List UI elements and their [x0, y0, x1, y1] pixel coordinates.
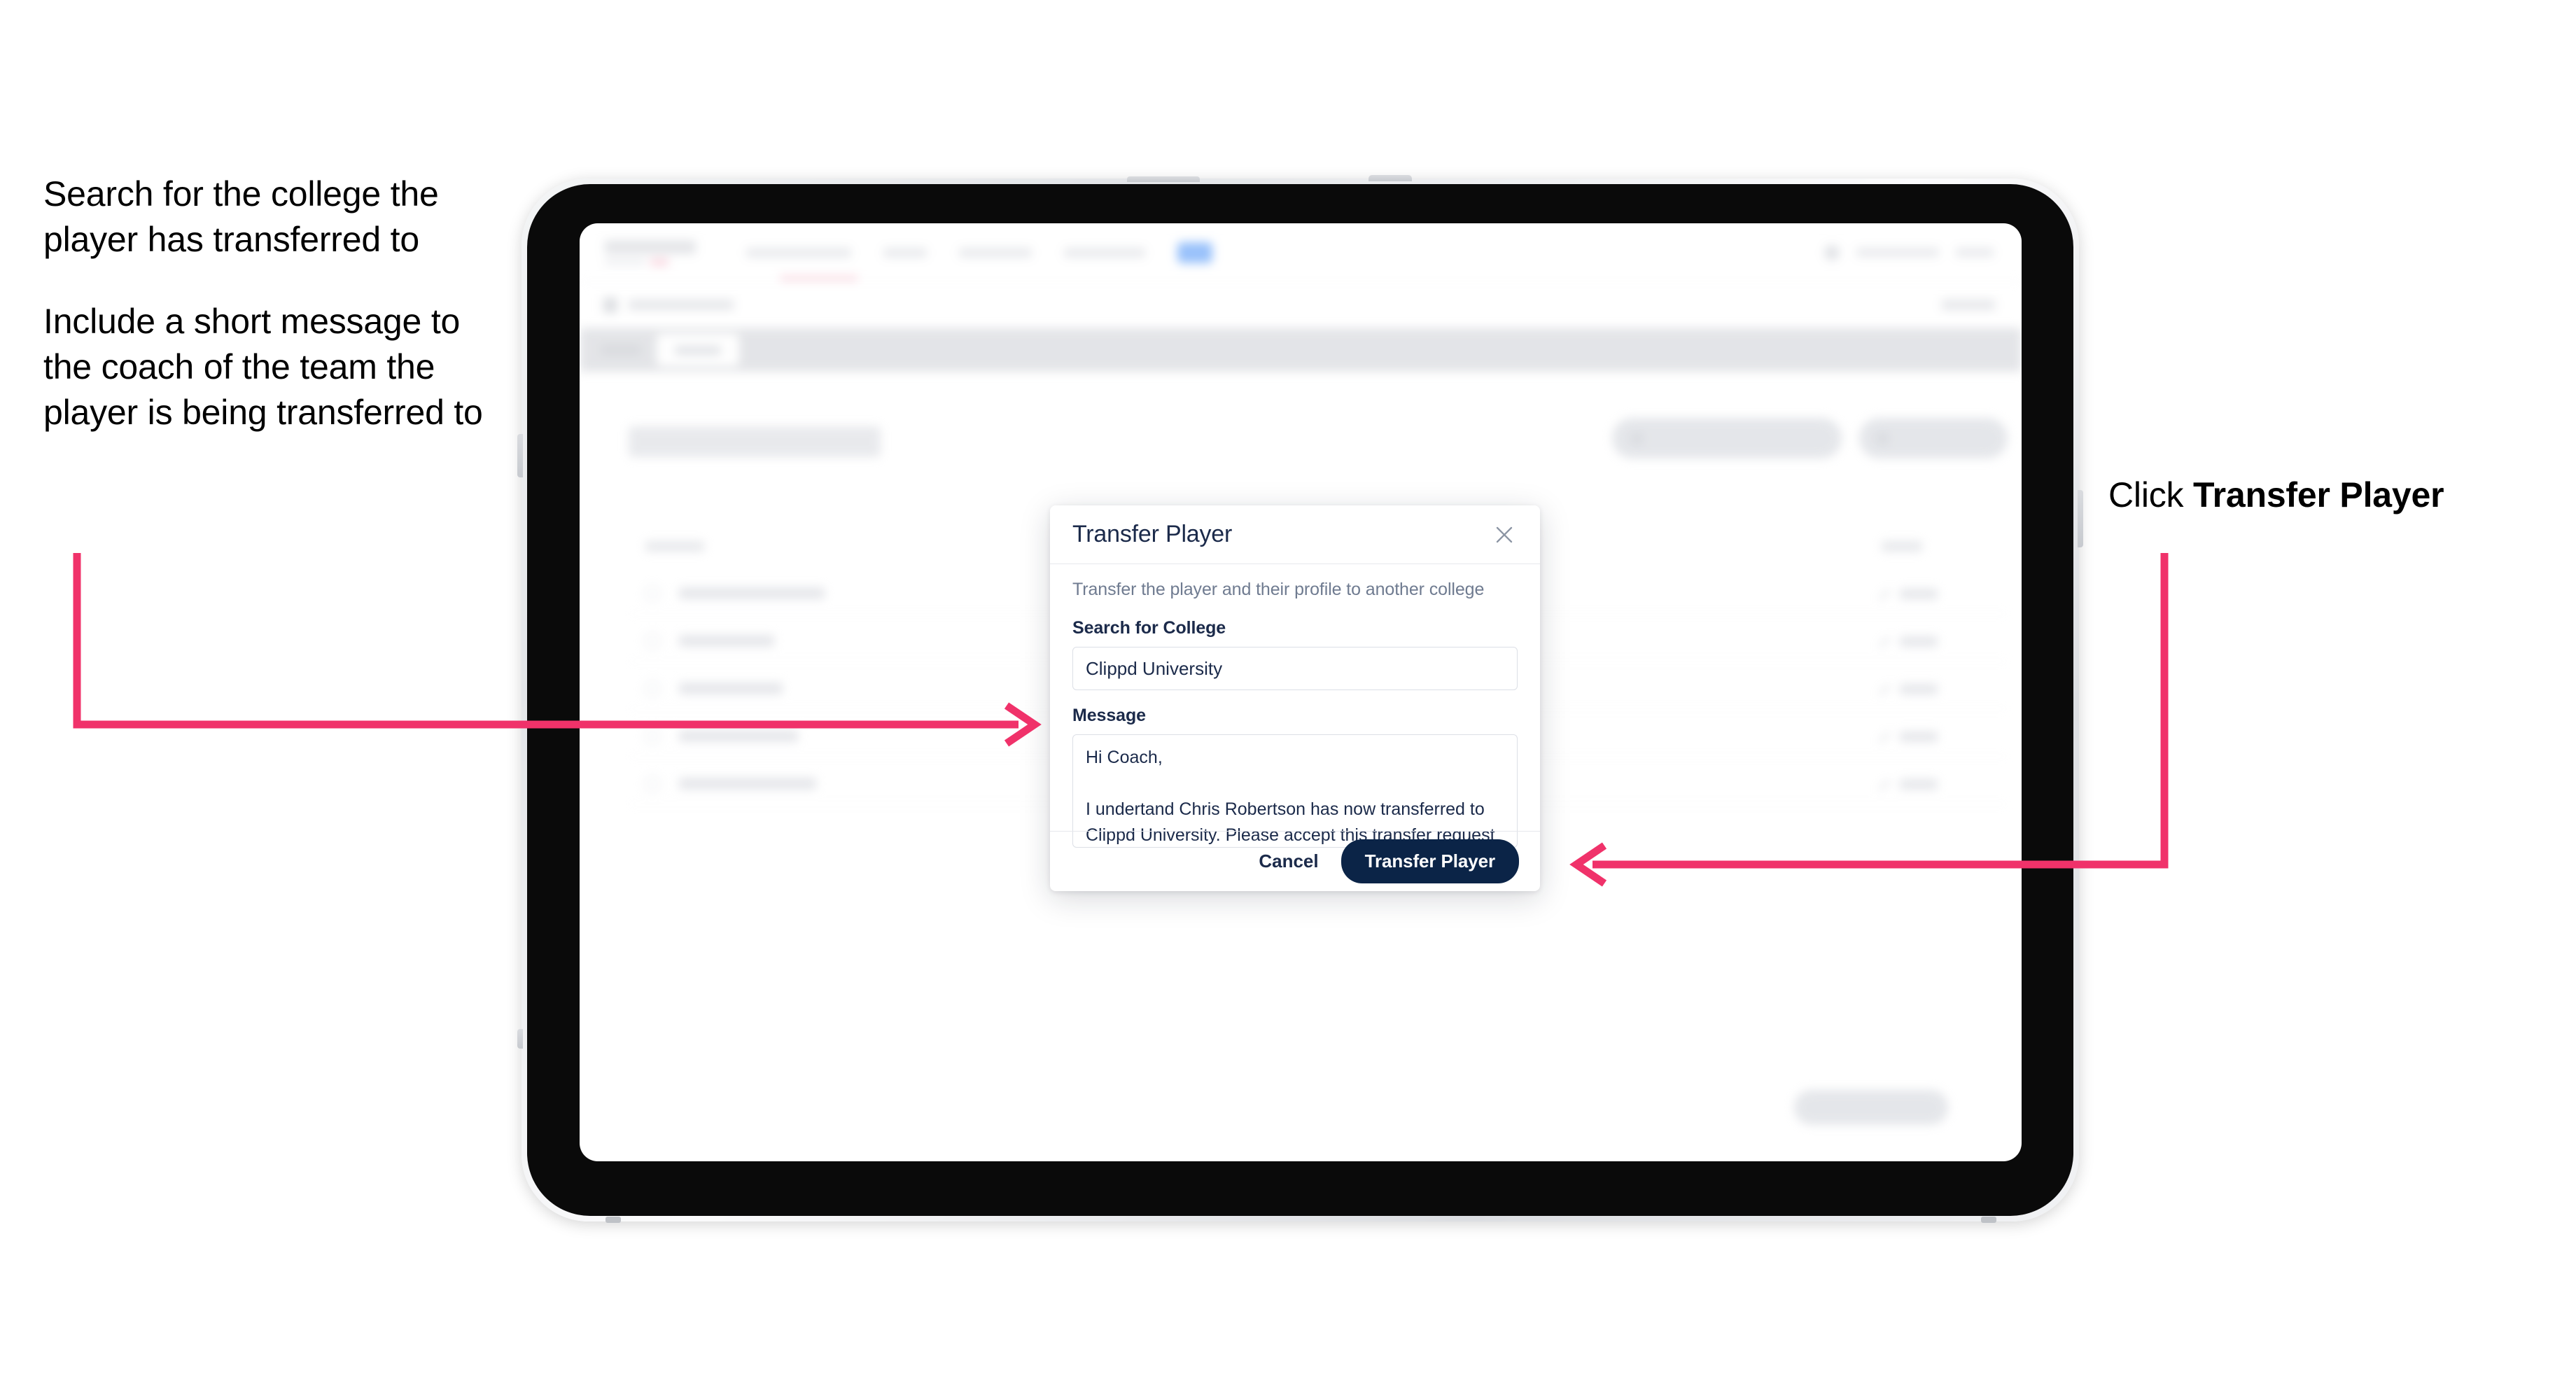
app-top-nav: [580, 223, 2022, 282]
tab-roster[interactable]: [657, 334, 739, 366]
dialog-description: Transfer the player and their profile to…: [1072, 580, 1485, 599]
pencil-icon: [1878, 589, 1891, 601]
plus-icon: [1876, 432, 1889, 445]
message-field-label: Message: [1072, 706, 1146, 725]
subheader-cancel-link[interactable]: [1942, 300, 1995, 310]
save-and-continue-button[interactable]: [1794, 1090, 1948, 1125]
nav-active-underline: [780, 276, 858, 280]
app-logo: [605, 239, 696, 265]
page-title-blurred: [629, 426, 881, 457]
row-edit-action[interactable]: [1878, 682, 1938, 696]
add-player-button[interactable]: [1859, 418, 2008, 458]
player-name: [679, 730, 798, 742]
pencil-icon: [1878, 732, 1891, 743]
row-select-checkbox[interactable]: [644, 680, 661, 697]
row-select-checkbox[interactable]: [644, 633, 661, 650]
row-select-checkbox[interactable]: [644, 776, 661, 792]
annotation-left: Search for the college the player has tr…: [43, 172, 491, 435]
row-edit-action[interactable]: [1878, 729, 1938, 743]
transfer-icon: [1630, 432, 1644, 445]
annotation-right-bold: Transfer Player: [2193, 475, 2444, 514]
college-field-label: Search for College: [1072, 618, 1226, 638]
close-icon[interactable]: [1488, 519, 1520, 551]
nav-item-2[interactable]: [883, 247, 927, 258]
dialog-body: Transfer the player and their profile to…: [1050, 564, 1540, 851]
search-college-input[interactable]: [1072, 647, 1518, 690]
annotation-left-line-2: Include a short message to the coach of …: [43, 302, 483, 432]
app-nav-right: [1824, 244, 1994, 260]
app-subheader: [580, 283, 2022, 328]
player-name: [679, 778, 816, 790]
pencil-icon: [1878, 779, 1891, 791]
app-nav-items: [746, 241, 1212, 263]
transfer-player-button[interactable]: Transfer Player: [1340, 839, 1519, 883]
dialog-header: Transfer Player: [1050, 505, 1540, 564]
tab-details[interactable]: [601, 345, 641, 355]
subheader-icon: [603, 297, 617, 313]
pencil-icon: [1878, 636, 1891, 648]
dialog-title: Transfer Player: [1072, 521, 1233, 547]
player-name: [679, 587, 825, 599]
bottom-speaker-left: [606, 1217, 621, 1223]
row-edit-action[interactable]: [1878, 587, 1938, 601]
column-header-name: [645, 541, 704, 552]
annotation-right: Click Transfer Player: [2108, 475, 2444, 515]
annotation-right-prefix: Click: [2108, 475, 2194, 514]
nav-item-3[interactable]: [959, 247, 1032, 258]
screenshot-stage: Search for the college the player has tr…: [0, 0, 2576, 1386]
subheader-title: [629, 300, 734, 310]
player-name: [679, 682, 783, 694]
bottom-speaker-right: [1981, 1217, 1996, 1223]
top-button[interactable]: [1368, 175, 1412, 181]
transfer-player-dialog: Transfer Player Transfer the player and …: [1050, 505, 1540, 891]
row-edit-action[interactable]: [1878, 777, 1938, 791]
row-select-checkbox[interactable]: [644, 585, 661, 602]
request-player-transfer-button[interactable]: [1612, 418, 1842, 458]
annotation-left-line-1: Search for the college the player has tr…: [43, 174, 439, 259]
dialog-footer: Cancel Transfer Player: [1050, 831, 1540, 891]
pencil-icon: [1878, 684, 1891, 696]
cancel-button[interactable]: Cancel: [1254, 845, 1322, 878]
top-antenna-band: [1127, 176, 1200, 182]
nav-item-4[interactable]: [1064, 247, 1145, 258]
account-email: [1856, 248, 1939, 257]
power-button[interactable]: [2078, 490, 2083, 547]
nav-item-1[interactable]: [746, 247, 851, 258]
row-edit-action[interactable]: [1878, 634, 1938, 648]
volume-button[interactable]: [517, 434, 523, 477]
avatar[interactable]: [1824, 244, 1840, 260]
nav-item-5-active[interactable]: [1177, 241, 1212, 263]
app-tab-bar: [580, 328, 2022, 372]
column-header-edit: [1882, 541, 1922, 552]
row-select-checkbox[interactable]: [644, 728, 661, 745]
side-port: [517, 1029, 523, 1049]
player-name: [679, 635, 774, 647]
sign-out-link[interactable]: [1956, 248, 1994, 257]
